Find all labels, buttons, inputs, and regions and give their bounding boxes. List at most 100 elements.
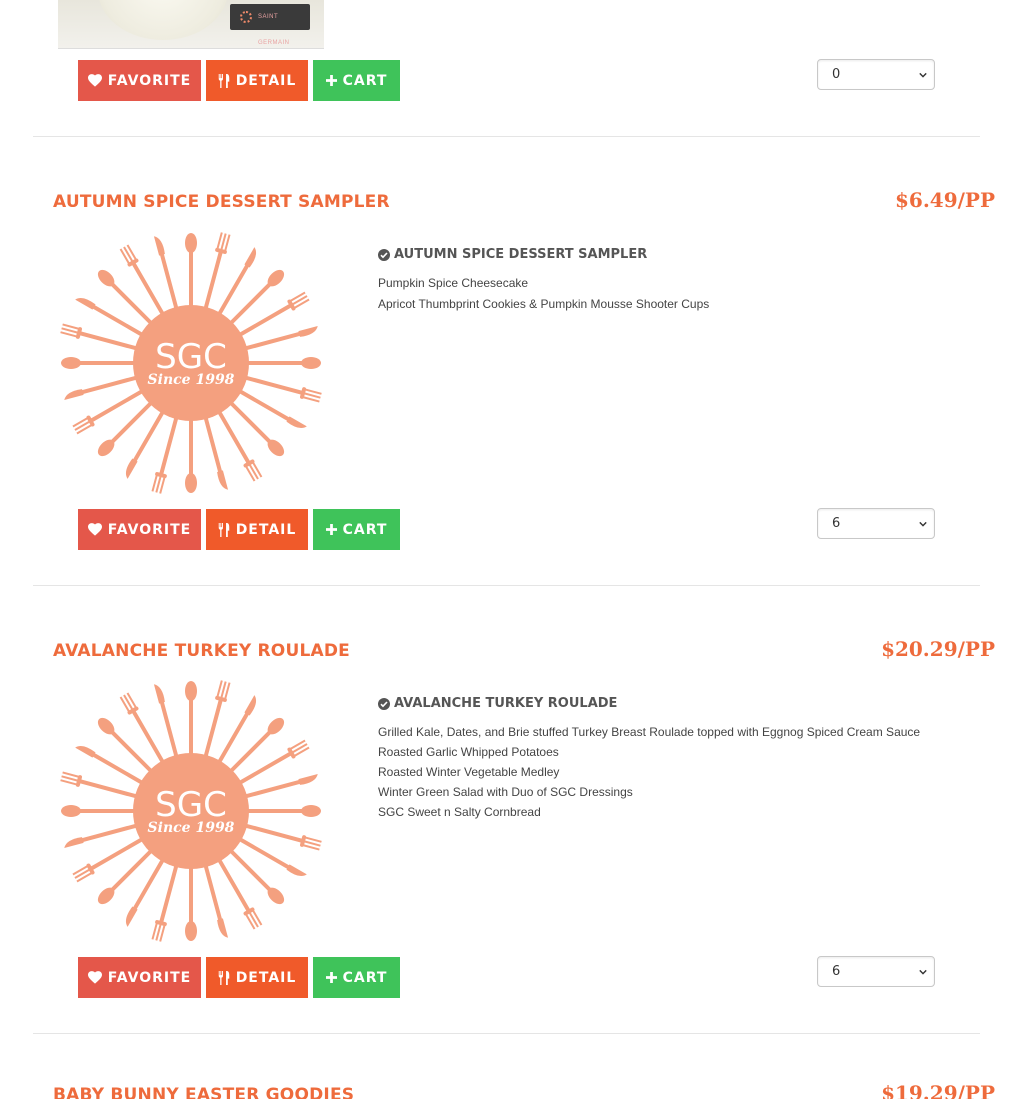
item-title[interactable]: BABY BUNNY EASTER GOODIES: [53, 1085, 354, 1099]
description-line: Pumpkin Spice Cheesecake: [378, 276, 529, 290]
utensil-shape: [185, 681, 197, 755]
favorite-label: FAVORITE: [107, 969, 192, 986]
add-to-cart-button[interactable]: CART: [313, 509, 400, 550]
description-line: Grilled Kale, Dates, and Brie stuffed Tu…: [378, 725, 921, 739]
utensil-shape: [61, 805, 135, 817]
quantity-value: 0: [832, 67, 841, 82]
brand-badge: SAINT GERMAIN: [230, 4, 310, 46]
utensil-shape: [125, 859, 165, 927]
quantity-select[interactable]: 6: [817, 508, 935, 539]
utensil-shape: [230, 850, 285, 905]
item-title[interactable]: AVALANCHE TURKEY ROULADE: [53, 641, 350, 661]
description-heading: AVALANCHE TURKEY ROULADE: [378, 696, 617, 711]
plus-icon: [325, 524, 337, 535]
description-line: Roasted Garlic Whipped Potatoes: [378, 745, 559, 759]
chevron-down-icon: [919, 521, 927, 527]
utensil-shape: [245, 325, 318, 350]
utensil-shape: [247, 357, 321, 369]
utensil-shape: [204, 417, 229, 490]
utensil-shape: [217, 247, 257, 315]
detail-label: DETAIL: [235, 521, 297, 538]
action-buttons: FAVORITE DETAIL CART: [78, 60, 400, 101]
dessert-plate: [98, 0, 228, 40]
utensil-shape: [153, 684, 178, 757]
description-heading: AUTUMN SPICE DESSERT SAMPLER: [378, 247, 647, 262]
favorite-label: FAVORITE: [107, 72, 192, 89]
chevron-down-icon: [919, 969, 927, 975]
detail-label: DETAIL: [235, 969, 297, 986]
detail-button[interactable]: DETAIL: [206, 957, 308, 998]
item-divider: [33, 585, 980, 586]
utensil-shape: [185, 867, 197, 941]
plus-icon: [325, 75, 337, 86]
utensil-shape: [97, 850, 152, 905]
utensil-shape: [185, 419, 197, 493]
action-buttons: FAVORITE DETAIL CART: [78, 509, 400, 550]
utensil-shape: [245, 773, 318, 798]
utensils-icon: [218, 970, 229, 985]
favorite-button[interactable]: FAVORITE: [78, 957, 201, 998]
utensil-shape: [185, 233, 197, 307]
utensil-shape: [64, 376, 137, 401]
cart-label: CART: [342, 72, 388, 89]
detail-button[interactable]: DETAIL: [206, 60, 308, 101]
utensil-shape: [75, 745, 143, 785]
description-line: Winter Green Salad with Duo of SGC Dress…: [378, 785, 633, 799]
add-to-cart-button[interactable]: CART: [313, 957, 400, 998]
utensil-shape: [230, 717, 285, 772]
quantity-select[interactable]: 0: [817, 59, 935, 90]
utensil-shape: [247, 805, 321, 817]
utensil-shape: [125, 411, 165, 479]
sgc-logo-image[interactable]: SGC Since 1998: [58, 676, 324, 946]
quantity-value: 6: [832, 964, 841, 979]
utensil-shape: [217, 695, 257, 763]
sgc-logo-image[interactable]: SGC Since 1998: [58, 228, 324, 498]
utensil-shape: [97, 402, 152, 457]
svg-text:SGC: SGC: [155, 337, 227, 377]
utensils-icon: [218, 73, 229, 88]
heart-icon: [87, 74, 102, 87]
heart-icon: [87, 523, 102, 536]
utensil-shape: [239, 390, 307, 429]
favorite-button[interactable]: FAVORITE: [78, 60, 201, 101]
item-price: $20.29/PP: [881, 637, 995, 661]
utensil-shape: [230, 269, 285, 324]
svg-text:SGC: SGC: [155, 785, 227, 825]
add-to-cart-button[interactable]: CART: [313, 60, 400, 101]
item-divider: [33, 136, 980, 137]
utensil-shape: [97, 717, 152, 772]
utensil-shape: [64, 824, 137, 849]
plus-icon: [325, 972, 337, 983]
description-line: SGC Sweet n Salty Cornbread: [378, 805, 541, 819]
item-price: $6.49/PP: [894, 188, 995, 212]
utensil-shape: [75, 297, 143, 336]
utensil-shape: [153, 236, 178, 309]
utensils-icon: [218, 522, 229, 537]
utensil-shape: [230, 402, 285, 457]
description-line: Apricot Thumbprint Cookies & Pumpkin Mou…: [378, 297, 710, 311]
check-circle-icon: [378, 248, 390, 261]
item-title[interactable]: AUTUMN SPICE DESSERT SAMPLER: [53, 192, 390, 212]
item-price: $19.29/PP: [881, 1081, 995, 1099]
quantity-value: 6: [832, 516, 841, 531]
quantity-select[interactable]: 6: [817, 956, 935, 987]
utensil-shape: [239, 838, 307, 877]
action-buttons: FAVORITE DETAIL CART: [78, 957, 400, 998]
cart-label: CART: [342, 969, 388, 986]
favorite-label: FAVORITE: [107, 521, 192, 538]
cart-label: CART: [342, 521, 388, 538]
svg-text:Since 1998: Since 1998: [148, 372, 235, 388]
svg-text:Since 1998: Since 1998: [148, 820, 235, 836]
detail-label: DETAIL: [235, 72, 297, 89]
utensil-shape: [204, 865, 229, 938]
utensil-shape: [97, 269, 152, 324]
description-line: Roasted Winter Vegetable Medley: [378, 765, 560, 779]
check-circle-icon: [378, 697, 390, 710]
heart-icon: [87, 971, 102, 984]
utensil-shape: [61, 357, 135, 369]
favorite-button[interactable]: FAVORITE: [78, 509, 201, 550]
item-divider: [33, 1033, 980, 1034]
product-image[interactable]: SAINT GERMAIN: [58, 0, 324, 49]
chevron-down-icon: [919, 72, 927, 78]
detail-button[interactable]: DETAIL: [206, 509, 308, 550]
